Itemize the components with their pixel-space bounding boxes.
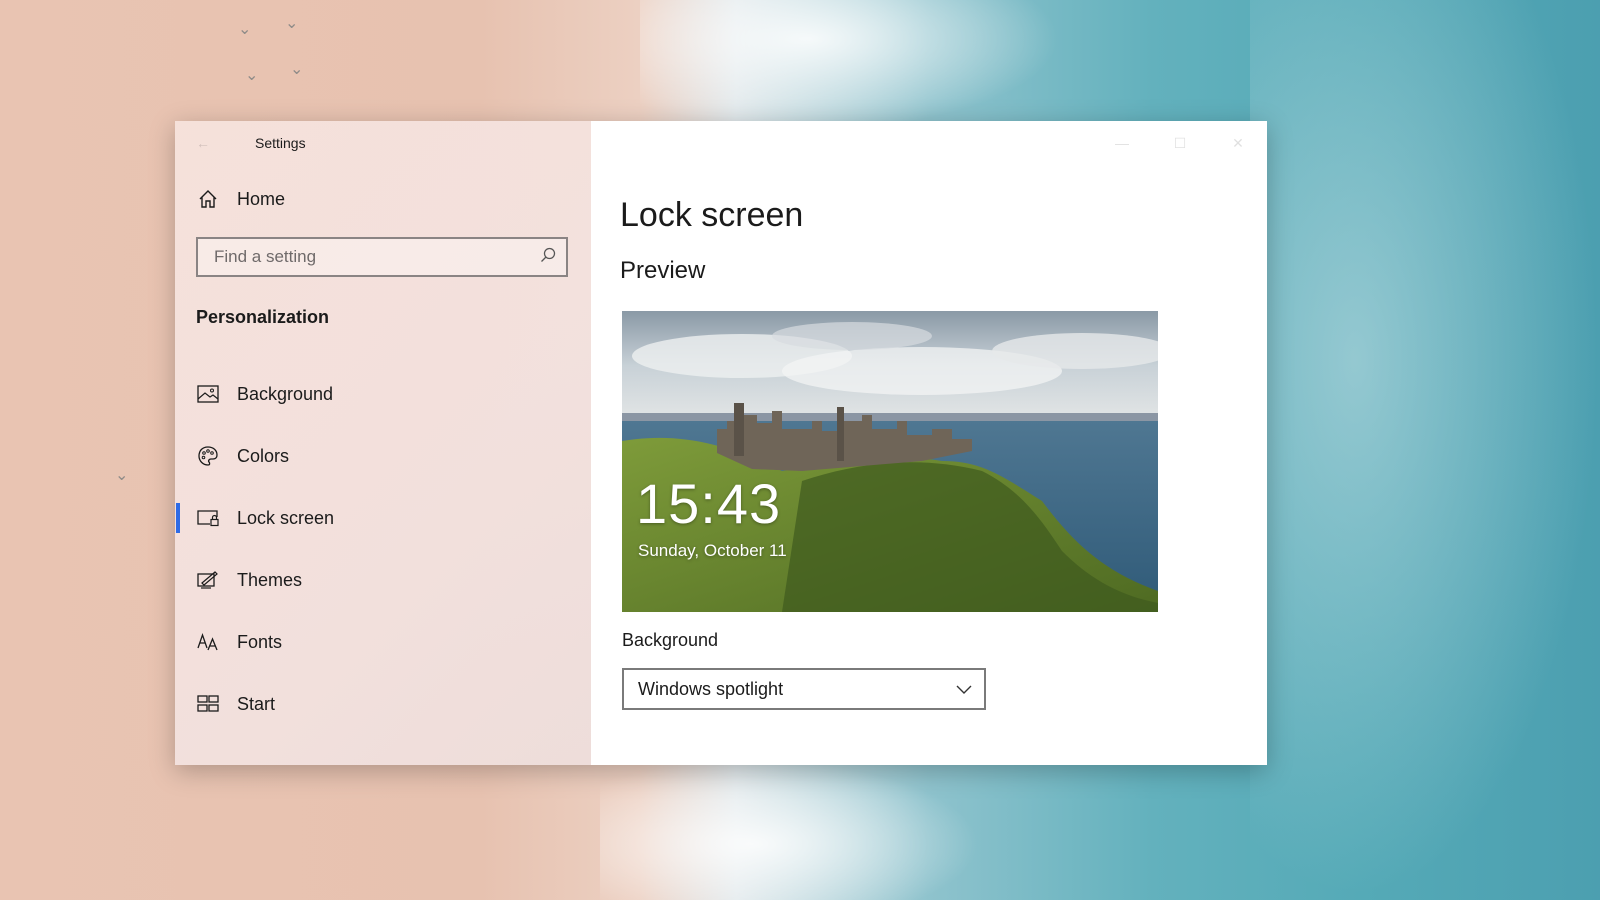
sidebar-item-start[interactable]: Start — [175, 673, 591, 735]
back-arrow-icon[interactable]: ← — [183, 135, 223, 151]
sidebar-item-label: Colors — [237, 445, 290, 466]
search-box[interactable] — [196, 237, 568, 277]
sidebar-item-label: Home — [237, 188, 286, 209]
desktop-wallpaper: ⌄ ⌄ ⌄ ⌄ ⌄ ← Settings Home Personaliz — [0, 0, 1600, 900]
background-label: Background — [622, 630, 719, 650]
sidebar-item-label: Themes — [237, 569, 303, 590]
search-input[interactable] — [212, 246, 516, 268]
bird-icon: ⌄ — [285, 15, 299, 32]
section-header: Personalization — [196, 307, 330, 327]
chevron-down-icon — [956, 679, 972, 700]
sidebar-item-background[interactable]: Background — [175, 363, 591, 425]
sidebar-item-lock-screen[interactable]: Lock screen — [175, 487, 591, 549]
palette-icon — [197, 445, 219, 467]
sidebar-item-label: Start — [237, 693, 276, 714]
wallpaper-surf — [600, 760, 980, 900]
bird-icon: ⌄ — [245, 67, 259, 84]
wallpaper-water — [1250, 0, 1600, 900]
sidebar-item-themes[interactable]: Themes — [175, 549, 591, 611]
sidebar-nav: Background Colors Lock screen Themes Fon… — [175, 363, 591, 735]
lock-screen-preview: 15:43 Sunday, October 11 — [622, 311, 1158, 612]
sidebar-item-label: Background — [237, 383, 334, 404]
settings-content: — ☐ ✕ Lock screen Preview 15:43 Sunday, … — [591, 121, 1267, 765]
maximize-icon[interactable]: ☐ — [1151, 121, 1209, 165]
bird-icon: ⌄ — [238, 21, 252, 38]
settings-sidebar: ← Settings Home Personalization — [175, 121, 591, 765]
close-icon[interactable]: ✕ — [1209, 121, 1267, 165]
home-icon — [197, 188, 219, 210]
settings-window: ← Settings Home Personalization — [175, 121, 1267, 765]
window-title: Settings — [255, 135, 306, 151]
page-title: Lock screen — [620, 196, 804, 234]
sidebar-item-label: Fonts — [237, 631, 283, 652]
themes-icon — [197, 569, 219, 591]
sidebar-item-fonts[interactable]: Fonts — [175, 611, 591, 673]
bird-icon: ⌄ — [290, 61, 304, 78]
wallpaper-surf — [640, 0, 1060, 130]
minimize-icon[interactable]: — — [1093, 121, 1151, 165]
lock-screen-icon — [197, 507, 219, 529]
background-select-value: Windows spotlight — [638, 678, 784, 699]
fonts-icon — [197, 631, 219, 653]
title-bar: ← Settings — [175, 121, 591, 165]
preview-heading: Preview — [620, 257, 706, 284]
preview-clock: 15:43 — [636, 472, 782, 535]
sidebar-item-label: Lock screen — [237, 507, 335, 528]
start-icon — [197, 693, 219, 715]
preview-image — [622, 311, 1158, 612]
preview-date: Sunday, October 11 — [638, 541, 787, 560]
background-select[interactable]: Windows spotlight — [622, 668, 986, 710]
bird-icon: ⌄ — [115, 467, 129, 484]
picture-icon — [197, 383, 219, 405]
sidebar-item-colors[interactable]: Colors — [175, 425, 591, 487]
caption-buttons: — ☐ ✕ — [1093, 121, 1267, 165]
sidebar-item-home[interactable]: Home — [175, 177, 591, 221]
search-icon[interactable] — [540, 247, 556, 268]
